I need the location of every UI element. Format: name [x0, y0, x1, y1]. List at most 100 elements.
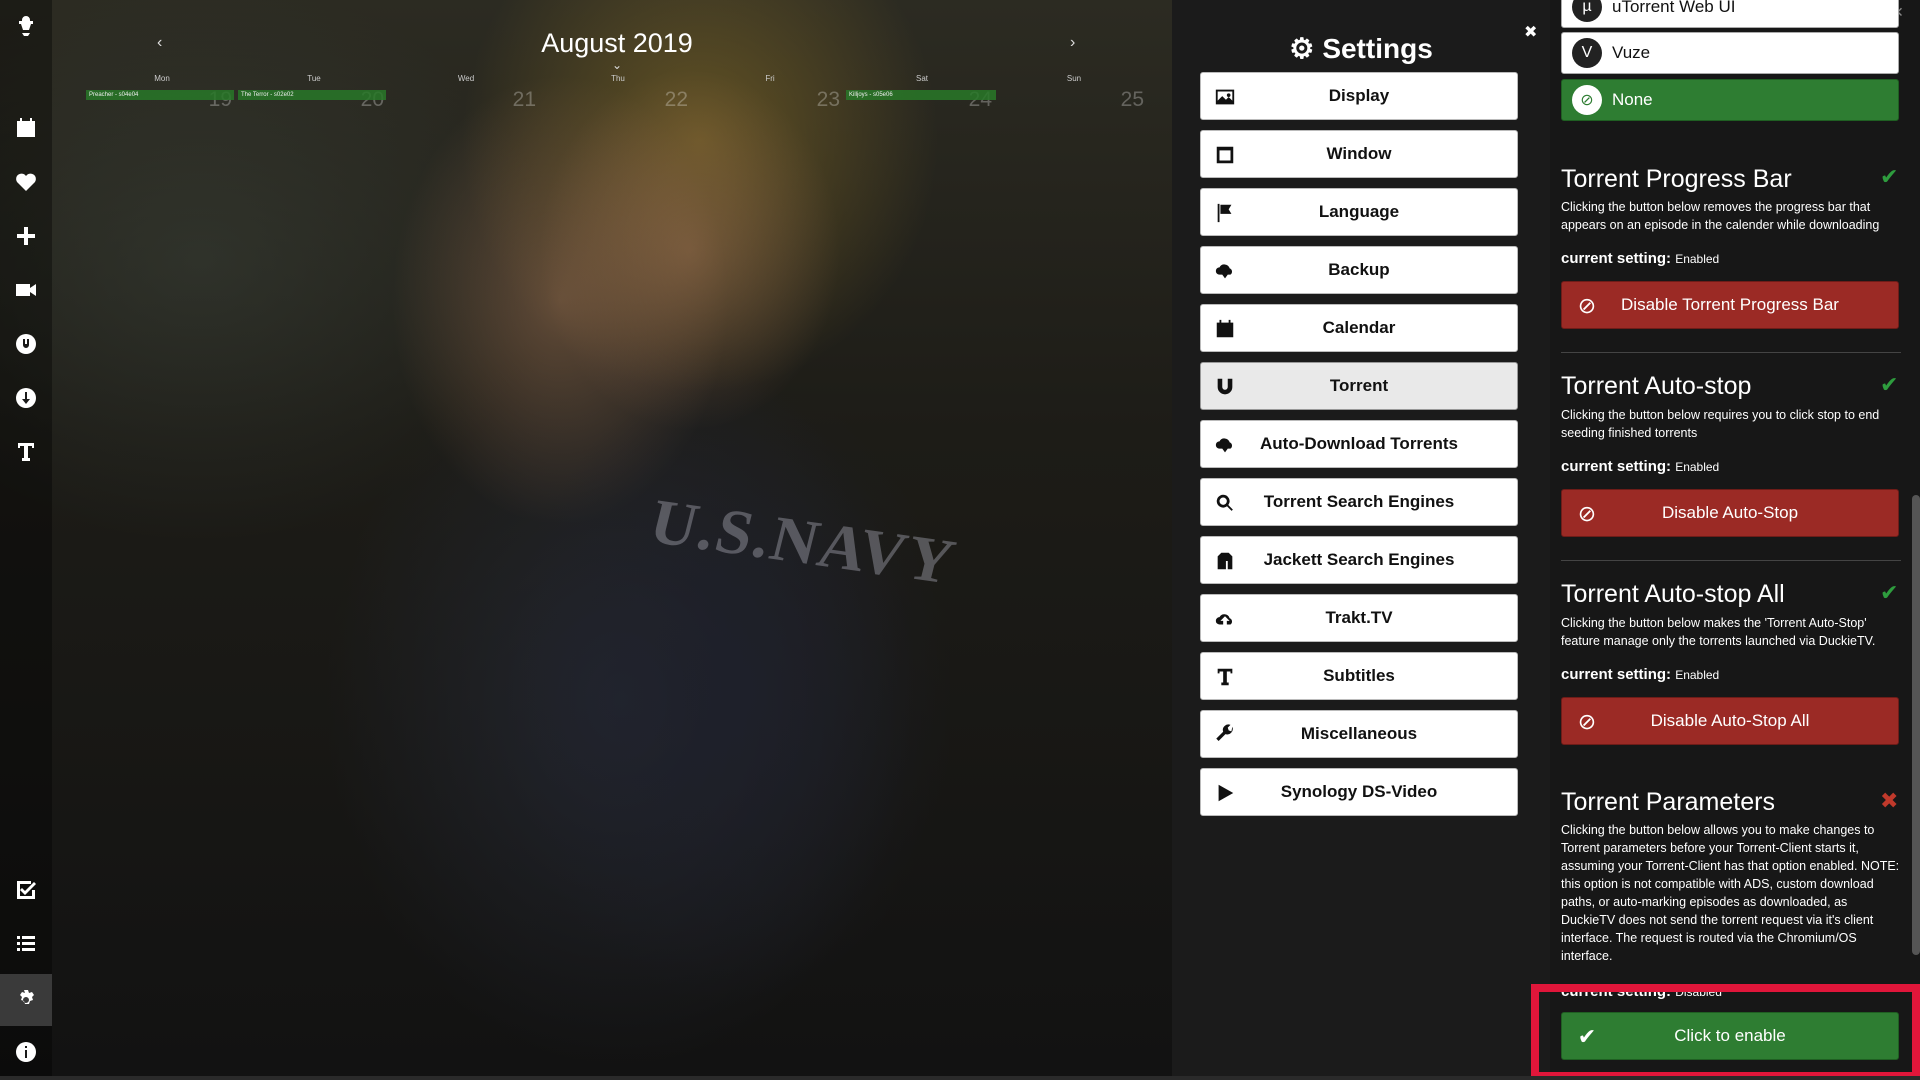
- day-name: Thu: [611, 74, 625, 83]
- menu-label: Synology DS-Video: [1280, 782, 1438, 801]
- client-option-utorrent-web-ui[interactable]: µ uTorrent Web UI: [1561, 0, 1899, 28]
- current-setting: current setting: Enabled: [1561, 458, 1719, 475]
- current-setting-label: current setting:: [1561, 458, 1672, 475]
- calendar-event[interactable]: The Terror - s02e02: [238, 90, 386, 100]
- wrench-icon: [1213, 723, 1237, 747]
- chevron-down-icon[interactable]: ⌄: [612, 58, 622, 72]
- cloud-download-icon: [1213, 433, 1237, 457]
- cloud-download-icon: [1213, 259, 1237, 283]
- settings-menu-calendar[interactable]: Calendar: [1200, 304, 1518, 352]
- vuze-logo-icon: V: [1572, 38, 1602, 68]
- settings-menu-subtitles[interactable]: Subtitles: [1200, 652, 1518, 700]
- torrent-client-icon[interactable]: [0, 320, 52, 368]
- window-icon: [1213, 143, 1237, 167]
- calendar-title[interactable]: August 2019: [500, 28, 734, 59]
- calendar-day[interactable]: Wed 21: [390, 74, 542, 114]
- calendar-icon: [1213, 317, 1237, 341]
- current-setting: current setting: Enabled: [1561, 666, 1719, 683]
- subtitles-icon: [1213, 665, 1237, 689]
- settings-menu-torrent-search-engines[interactable]: Torrent Search Engines: [1200, 478, 1518, 526]
- menu-label: Subtitles: [1323, 666, 1395, 685]
- gear-icon: ⚙: [1289, 33, 1315, 64]
- day-name: Sun: [1066, 74, 1082, 83]
- button-label: Disable Auto-Stop: [1661, 503, 1799, 522]
- calendar-day[interactable]: Fri 23: [694, 74, 846, 114]
- client-option-vuze[interactable]: V Vuze: [1561, 32, 1899, 74]
- menu-label: Calendar: [1322, 318, 1396, 337]
- current-setting-value: Enabled: [1675, 252, 1720, 266]
- image-icon: [1213, 85, 1237, 109]
- settings-menu-language[interactable]: Language: [1200, 188, 1518, 236]
- button-label: Disable Torrent Progress Bar: [1621, 295, 1839, 314]
- download-icon[interactable]: [0, 374, 52, 422]
- section-divider: [1561, 352, 1901, 353]
- search-icon: [1213, 491, 1237, 515]
- settings-title-text: Settings: [1322, 33, 1433, 64]
- disable-auto-stop-button[interactable]: ⊘ Disable Auto-Stop: [1561, 489, 1899, 537]
- detail-scrollbar[interactable]: [1912, 495, 1920, 955]
- current-setting-label: current setting:: [1561, 666, 1672, 683]
- section-description: Clicking the button below allows you to …: [1561, 823, 1900, 963]
- settings-menu-torrent[interactable]: Torrent: [1200, 362, 1518, 410]
- day-name: Wed: [457, 74, 475, 83]
- settings-menu-miscellaneous[interactable]: Miscellaneous: [1200, 710, 1518, 758]
- menu-label: Auto-Download Torrents: [1260, 434, 1458, 453]
- day-number: 23: [816, 88, 840, 111]
- calendar-event[interactable]: Preacher - s04e04: [86, 90, 234, 100]
- list-icon[interactable]: [0, 920, 52, 968]
- settings-title: ⚙ Settings: [1172, 32, 1550, 65]
- calendar-day[interactable]: Sun 25: [998, 74, 1150, 114]
- day-number: 22: [664, 88, 688, 111]
- disable-auto-stop-all-button[interactable]: ⊘ Disable Auto-Stop All: [1561, 697, 1899, 745]
- day-name: Tue: [307, 74, 321, 83]
- duckietv-logo-icon: ⊘: [1572, 85, 1602, 115]
- ban-icon: ⊘: [1577, 709, 1597, 734]
- play-icon: [1213, 781, 1237, 805]
- section-description: Clicking the button below requires you t…: [1561, 408, 1880, 440]
- section-description: Clicking the button below removes the pr…: [1561, 200, 1880, 232]
- calendar-prev-button[interactable]: ‹: [157, 34, 162, 52]
- magnet-icon: [1213, 375, 1237, 399]
- info-icon[interactable]: [0, 1028, 52, 1076]
- video-camera-icon[interactable]: [0, 266, 52, 314]
- cloud-upload-icon: [1213, 607, 1237, 631]
- section-description: Clicking the button below makes the 'Tor…: [1561, 616, 1876, 648]
- client-option-none[interactable]: ⊘ None: [1561, 79, 1899, 121]
- flag-icon: [1213, 201, 1237, 225]
- current-setting-value: Enabled: [1675, 460, 1720, 474]
- checklist-icon[interactable]: [0, 866, 52, 914]
- settings-menu-display[interactable]: Display: [1200, 72, 1518, 120]
- gear-icon[interactable]: [0, 974, 52, 1026]
- section-title: Torrent Progress Bar: [1561, 165, 1792, 193]
- client-label: None: [1612, 90, 1653, 109]
- button-label: Disable Auto-Stop All: [1650, 711, 1810, 730]
- heart-icon[interactable]: [0, 158, 52, 206]
- settings-menu-trakt-tv[interactable]: Trakt.TV: [1200, 594, 1518, 642]
- client-label: Vuze: [1612, 43, 1651, 62]
- day-name: Fri: [765, 74, 775, 83]
- jacket-icon: [1213, 549, 1237, 573]
- calendar-next-button[interactable]: ›: [1070, 34, 1075, 52]
- current-setting-label: current setting:: [1561, 250, 1672, 267]
- disable-progress-bar-button[interactable]: ⊘ Disable Torrent Progress Bar: [1561, 281, 1899, 329]
- plus-icon[interactable]: [0, 212, 52, 260]
- check-icon: ✔: [1880, 580, 1899, 605]
- settings-menu-backup[interactable]: Backup: [1200, 246, 1518, 294]
- settings-menu-auto-download[interactable]: Auto-Download Torrents: [1200, 420, 1518, 468]
- ban-icon: ⊘: [1577, 293, 1597, 318]
- day-number: 25: [1120, 88, 1144, 111]
- calendar-icon[interactable]: [0, 104, 52, 152]
- section-divider: [1561, 560, 1901, 561]
- menu-label: Miscellaneous: [1300, 724, 1418, 743]
- highlight-box: [1531, 984, 1920, 1080]
- bottom-border: [0, 1076, 1920, 1080]
- section-title: Torrent Parameters: [1561, 788, 1775, 816]
- logo-icon[interactable]: [0, 4, 52, 48]
- subtitles-icon[interactable]: [0, 428, 52, 476]
- settings-menu-synology[interactable]: Synology DS-Video: [1200, 768, 1518, 816]
- settings-menu-jackett-search-engines[interactable]: Jackett Search Engines: [1200, 536, 1518, 584]
- calendar-event[interactable]: Killjoys - s05e06: [846, 90, 996, 100]
- calendar-day[interactable]: Thu 22: [542, 74, 694, 114]
- menu-label: Torrent Search Engines: [1263, 492, 1455, 511]
- settings-menu-window[interactable]: Window: [1200, 130, 1518, 178]
